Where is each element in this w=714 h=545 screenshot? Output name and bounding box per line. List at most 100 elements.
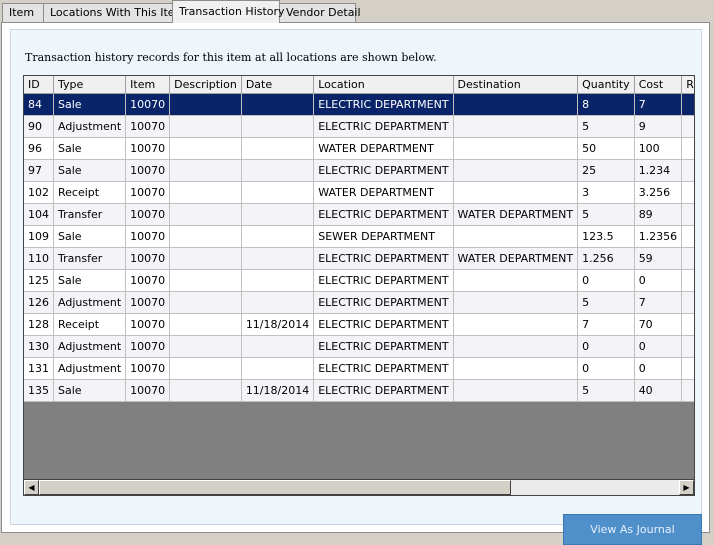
table-cell[interactable]: 0 [577, 357, 635, 380]
table-cell[interactable] [169, 247, 242, 270]
table-cell[interactable]: 10070 [125, 159, 171, 182]
table-cell[interactable] [241, 247, 315, 270]
table-cell[interactable]: 10070 [125, 115, 171, 138]
table-cell[interactable]: 1.2356 [634, 225, 683, 248]
table-cell[interactable] [681, 335, 694, 358]
col-header-destination[interactable]: Destination [453, 76, 579, 94]
table-cell[interactable] [169, 93, 242, 116]
table-cell[interactable]: Receipt [53, 181, 127, 204]
table-cell[interactable]: 10070 [125, 225, 171, 248]
table-cell[interactable]: 84 [24, 93, 54, 116]
table-cell[interactable] [169, 313, 242, 336]
horizontal-scrollbar[interactable]: ◀ ▶ [23, 480, 695, 496]
table-cell[interactable]: 8 [577, 93, 635, 116]
table-cell[interactable]: 5 [577, 291, 635, 314]
table-row[interactable]: 90 Adjustment 10070 ELECTRIC DEPARTMENT 5 9 [24, 115, 694, 138]
table-cell[interactable]: Transfer [53, 247, 127, 270]
table-cell[interactable] [241, 181, 315, 204]
table-cell[interactable]: ELECTRIC DEPARTMENT [313, 93, 454, 116]
table-cell[interactable]: ELECTRIC DEPARTMENT [313, 379, 454, 402]
table-cell[interactable]: 130 [24, 335, 54, 358]
table-cell[interactable] [453, 313, 579, 336]
table-cell[interactable]: 97 [24, 159, 54, 182]
table-cell[interactable]: 25 [577, 159, 635, 182]
table-cell[interactable]: 90 [24, 115, 54, 138]
view-as-journal-button[interactable]: View As Journal [563, 514, 702, 545]
table-cell[interactable]: ELECTRIC DEPARTMENT [313, 203, 454, 226]
table-cell[interactable]: 109 [24, 225, 54, 248]
table-cell[interactable] [169, 203, 242, 226]
table-cell[interactable]: 123.5 [577, 225, 635, 248]
table-cell[interactable]: Adjustment [53, 115, 127, 138]
table-cell[interactable]: WATER DEPARTMENT [313, 181, 454, 204]
table-cell[interactable] [169, 159, 242, 182]
table-cell[interactable] [453, 335, 579, 358]
table-row[interactable]: 104 Transfer 10070 ELECTRIC DEPARTMENT WATER… [24, 203, 694, 226]
table-cell[interactable] [681, 93, 694, 116]
table-cell[interactable] [453, 93, 579, 116]
table-cell[interactable]: 10070 [125, 181, 171, 204]
table-cell[interactable] [169, 181, 242, 204]
table-row[interactable]: 97 Sale 10070 ELECTRIC DEPARTMENT 25 1.234 [24, 159, 694, 182]
tab-locations[interactable]: Locations With This Item [43, 3, 185, 22]
table-cell[interactable]: Sale [53, 159, 127, 182]
table-cell[interactable]: 5 [577, 379, 635, 402]
transaction-grid[interactable]: ID Type Item Description Date Location D… [23, 75, 695, 480]
table-cell[interactable]: 0 [577, 335, 635, 358]
tab-vendor-detail[interactable]: Vendor Detail [279, 3, 361, 22]
col-header-item[interactable]: Item [125, 76, 171, 94]
table-cell[interactable]: 10070 [125, 335, 171, 358]
table-cell[interactable]: 7 [577, 313, 635, 336]
table-cell[interactable] [241, 93, 315, 116]
table-cell[interactable]: 110 [24, 247, 54, 270]
table-cell[interactable] [453, 269, 579, 292]
table-cell[interactable] [681, 225, 694, 248]
table-cell[interactable]: Adjustment [53, 335, 127, 358]
table-cell[interactable]: 10070 [125, 93, 171, 116]
table-cell[interactable]: 5 [577, 203, 635, 226]
table-cell[interactable]: ELECTRIC DEPARTMENT [313, 291, 454, 314]
table-cell[interactable]: 100 [634, 137, 683, 160]
table-cell[interactable]: WATER DEPARTMENT [453, 203, 579, 226]
table-cell[interactable] [169, 335, 242, 358]
table-cell[interactable]: 11/18/2014 [241, 313, 315, 336]
table-cell[interactable]: 0 [577, 269, 635, 292]
table-cell[interactable] [453, 291, 579, 314]
table-cell[interactable]: 128 [24, 313, 54, 336]
table-cell[interactable]: 10070 [125, 379, 171, 402]
table-cell[interactable]: 10070 [125, 357, 171, 380]
table-row[interactable]: 130 Adjustment 10070 ELECTRIC DEPARTMENT 0 0 [24, 335, 694, 358]
table-cell[interactable]: 10070 [125, 313, 171, 336]
table-row[interactable]: 128 Receipt 10070 11/18/2014 ELECTRIC DEPART… [24, 313, 694, 336]
table-cell[interactable]: 3 [577, 181, 635, 204]
scroll-left-icon[interactable]: ◀ [24, 480, 39, 495]
table-cell[interactable] [681, 159, 694, 182]
table-row[interactable]: 135 Sale 10070 11/18/2014 ELECTRIC DEPARTMEN… [24, 379, 694, 402]
table-cell[interactable]: 1.256 [577, 247, 635, 270]
table-cell[interactable] [241, 115, 315, 138]
table-cell[interactable]: 10070 [125, 269, 171, 292]
col-header-description[interactable]: Description [169, 76, 242, 94]
table-cell[interactable]: Sale [53, 225, 127, 248]
table-cell[interactable] [681, 181, 694, 204]
table-cell[interactable]: 7 [634, 93, 683, 116]
table-cell[interactable] [241, 225, 315, 248]
table-cell[interactable]: 59 [634, 247, 683, 270]
table-cell[interactable]: 0 [634, 357, 683, 380]
table-cell[interactable]: 125 [24, 269, 54, 292]
table-cell[interactable] [681, 137, 694, 160]
table-cell[interactable]: 96 [24, 137, 54, 160]
table-cell[interactable]: 10070 [125, 291, 171, 314]
col-header-cost[interactable]: Cost [634, 76, 683, 94]
table-cell[interactable] [169, 115, 242, 138]
table-cell[interactable]: 126 [24, 291, 54, 314]
table-cell[interactable] [681, 247, 694, 270]
table-cell[interactable]: ELECTRIC DEPARTMENT [313, 115, 454, 138]
table-cell[interactable]: ELECTRIC DEPARTMENT [313, 247, 454, 270]
tab-transaction-history[interactable]: Transaction History [172, 0, 285, 23]
table-cell[interactable]: Receipt [53, 313, 127, 336]
table-cell[interactable]: 135 [24, 379, 54, 402]
table-cell[interactable]: 5 [577, 115, 635, 138]
table-cell[interactable]: Sale [53, 137, 127, 160]
col-header-date[interactable]: Date [241, 76, 315, 94]
